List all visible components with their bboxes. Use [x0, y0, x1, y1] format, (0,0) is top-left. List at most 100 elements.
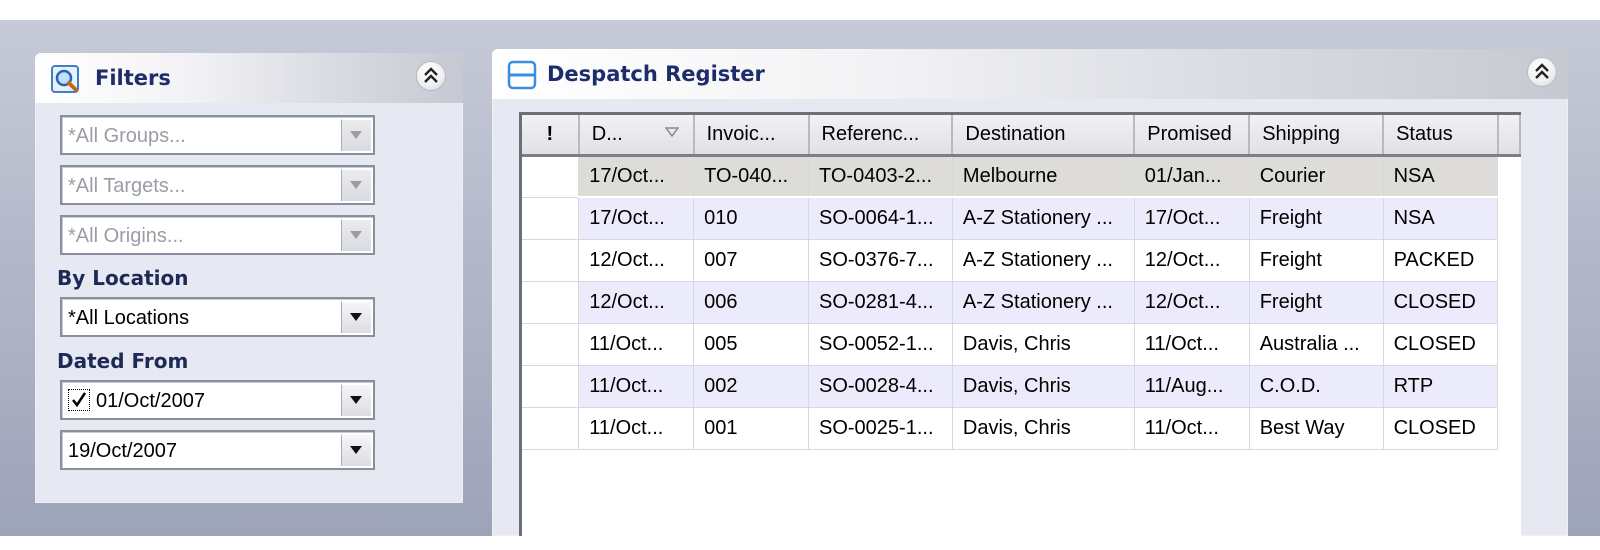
cell-status[interactable]: RTP — [1383, 365, 1499, 408]
table-row[interactable]: 12/Oct... 006 SO-0281-4... A-Z Stationery .… — [522, 281, 1520, 324]
targets-dropdown[interactable]: *All Targets... — [60, 165, 375, 205]
cell-destination[interactable]: A-Z Stationery ... — [952, 239, 1135, 282]
cell-invoice[interactable]: TO-040... — [693, 155, 809, 198]
despatch-register-panel: Despatch Register ! D... Invoic... Refer… — [492, 49, 1568, 536]
column-header-reference[interactable]: Referenc... — [808, 115, 954, 157]
cell-flag[interactable] — [522, 407, 580, 450]
cell-promised[interactable]: 12/Oct... — [1134, 281, 1250, 324]
cell-flag[interactable] — [522, 365, 580, 408]
chevron-down-icon — [350, 131, 362, 139]
column-header-status[interactable]: Status — [1383, 115, 1499, 157]
cell-invoice[interactable]: 007 — [693, 239, 809, 282]
cell-promised[interactable]: 11/Oct... — [1134, 407, 1250, 450]
cell-shipping[interactable]: Freight — [1249, 281, 1384, 324]
cell-destination[interactable]: Davis, Chris — [952, 323, 1135, 366]
cell-status[interactable]: CLOSED — [1383, 323, 1499, 366]
table-row[interactable]: 12/Oct... 007 SO-0376-7... A-Z Stationery .… — [522, 239, 1520, 282]
groups-value: *All Groups... — [68, 125, 186, 147]
cell-invoice[interactable]: 006 — [693, 281, 809, 324]
cell-promised[interactable]: 01/Jan... — [1134, 155, 1250, 198]
cell-status[interactable]: NSA — [1383, 197, 1499, 240]
cell-status[interactable]: CLOSED — [1383, 407, 1499, 450]
filters-collapse-button[interactable] — [416, 61, 446, 91]
dated-from-label: Dated From — [57, 349, 189, 373]
cell-shipping[interactable]: Best Way — [1249, 407, 1384, 450]
cell-shipping[interactable]: Freight — [1249, 239, 1384, 282]
cell-invoice[interactable]: 002 — [693, 365, 809, 408]
date-to-dropdown-arrow[interactable] — [341, 434, 371, 466]
column-header-promised[interactable]: Promised — [1134, 115, 1251, 157]
cell-flag[interactable] — [522, 239, 580, 282]
cell-reference[interactable]: SO-0028-4... — [808, 365, 953, 408]
cell-date[interactable]: 11/Oct... — [578, 323, 695, 366]
register-icon — [507, 60, 537, 94]
cell-reference[interactable]: SO-0281-4... — [808, 281, 953, 324]
cell-invoice[interactable]: 010 — [693, 197, 809, 240]
column-header-destination[interactable]: Destination — [952, 115, 1136, 157]
cell-flag[interactable] — [522, 155, 580, 198]
cell-shipping[interactable]: Courier — [1249, 155, 1384, 198]
table-row[interactable]: 17/Oct... 010 SO-0064-1... A-Z Stationery .… — [522, 197, 1520, 240]
cell-promised[interactable]: 11/Aug... — [1134, 365, 1250, 408]
groups-dropdown[interactable]: *All Groups... — [60, 115, 375, 155]
column-header-date[interactable]: D... — [578, 115, 695, 157]
cell-date[interactable]: 12/Oct... — [578, 281, 695, 324]
cell-shipping[interactable]: Australia ... — [1249, 323, 1384, 366]
column-header-date-label: D... — [591, 122, 623, 145]
cell-reference[interactable]: SO-0052-1... — [808, 323, 953, 366]
cell-filler — [1497, 197, 1520, 239]
cell-promised[interactable]: 17/Oct... — [1134, 197, 1250, 240]
table-row[interactable]: 11/Oct... 001 SO-0025-1... Davis, Chris 11/O… — [522, 407, 1520, 450]
cell-reference[interactable]: SO-0064-1... — [808, 197, 953, 240]
cell-destination[interactable]: Davis, Chris — [952, 407, 1135, 450]
cell-date[interactable]: 11/Oct... — [578, 407, 695, 450]
cell-date[interactable]: 12/Oct... — [578, 239, 695, 282]
cell-invoice[interactable]: 001 — [693, 407, 809, 450]
table-row[interactable]: 17/Oct... TO-040... TO-0403-2... Melbourne 0… — [522, 155, 1520, 198]
origins-dropdown[interactable]: *All Origins... — [60, 215, 375, 255]
register-panel-header: Despatch Register — [492, 49, 1568, 99]
filters-title: Filters — [95, 66, 171, 90]
table-row[interactable]: 11/Oct... 005 SO-0052-1... Davis, Chris 11/O… — [522, 323, 1520, 366]
date-from-dropdown-arrow[interactable] — [341, 384, 371, 416]
column-header-flag[interactable]: ! — [522, 115, 580, 157]
cell-shipping[interactable]: Freight — [1249, 197, 1384, 240]
cell-promised[interactable]: 11/Oct... — [1134, 323, 1250, 366]
targets-dropdown-arrow[interactable] — [341, 169, 371, 201]
cell-destination[interactable]: Davis, Chris — [952, 365, 1135, 408]
cell-flag[interactable] — [522, 281, 580, 324]
filters-panel-header: Filters — [35, 53, 463, 103]
column-header-filler — [1497, 115, 1521, 157]
location-dropdown-arrow[interactable] — [341, 301, 371, 333]
date-to-picker[interactable]: 19/Oct/2007 — [60, 430, 375, 470]
cell-flag[interactable] — [522, 197, 580, 240]
cell-destination[interactable]: A-Z Stationery ... — [952, 197, 1135, 240]
cell-status[interactable]: NSA — [1383, 155, 1499, 198]
cell-destination[interactable]: Melbourne — [952, 155, 1135, 198]
despatch-grid[interactable]: ! D... Invoic... Referenc... Destination… — [519, 112, 1521, 536]
cell-status[interactable]: CLOSED — [1383, 281, 1499, 324]
cell-date[interactable]: 17/Oct... — [578, 155, 695, 198]
cell-status[interactable]: PACKED — [1383, 239, 1499, 282]
column-header-invoice[interactable]: Invoic... — [693, 115, 810, 157]
cell-destination[interactable]: A-Z Stationery ... — [952, 281, 1135, 324]
cell-reference[interactable]: SO-0376-7... — [808, 239, 953, 282]
cell-invoice[interactable]: 005 — [693, 323, 809, 366]
table-row[interactable]: 11/Oct... 002 SO-0028-4... Davis, Chris 11/A… — [522, 365, 1520, 408]
cell-date[interactable]: 11/Oct... — [578, 365, 695, 408]
cell-reference[interactable]: TO-0403-2... — [808, 155, 953, 198]
cell-shipping[interactable]: C.O.D. — [1249, 365, 1384, 408]
cell-flag[interactable] — [522, 323, 580, 366]
magnifier-icon — [51, 64, 81, 98]
cell-date[interactable]: 17/Oct... — [578, 197, 695, 240]
origins-dropdown-arrow[interactable] — [341, 219, 371, 251]
column-header-shipping[interactable]: Shipping — [1249, 115, 1385, 157]
date-from-picker[interactable]: 01/Oct/2007 — [60, 380, 375, 420]
groups-dropdown-arrow[interactable] — [341, 119, 371, 151]
register-collapse-button[interactable] — [1527, 57, 1557, 87]
cell-promised[interactable]: 12/Oct... — [1134, 239, 1250, 282]
cell-reference[interactable]: SO-0025-1... — [808, 407, 953, 450]
location-dropdown[interactable]: *All Locations — [60, 297, 375, 337]
cell-filler — [1497, 239, 1520, 281]
date-from-checkbox[interactable] — [68, 389, 90, 411]
